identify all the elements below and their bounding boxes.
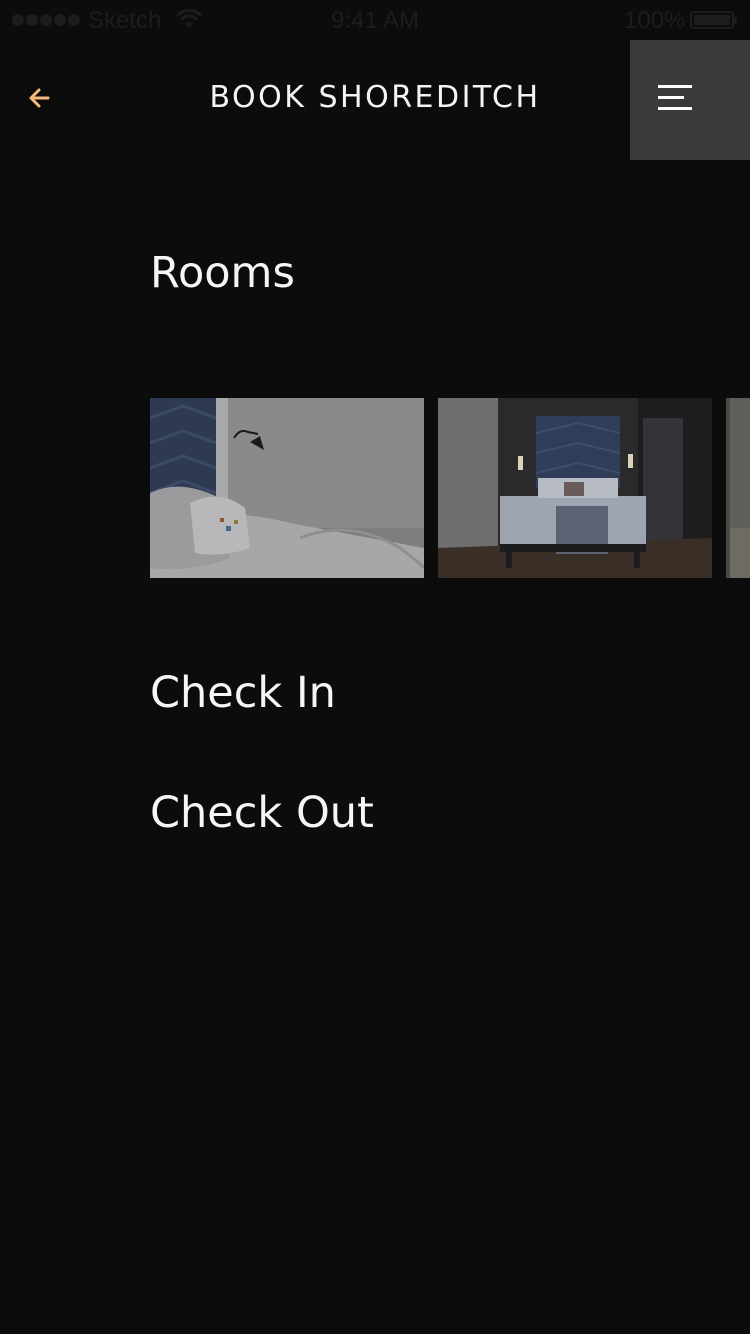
room-photo (150, 398, 424, 578)
rooms-heading: Rooms (150, 248, 295, 298)
room-photo (726, 398, 750, 578)
room-carousel[interactable] (150, 398, 750, 578)
battery-percentage: 100% (624, 7, 686, 34)
battery-icon (690, 11, 737, 29)
room-image-card[interactable] (150, 398, 424, 578)
menu-button[interactable] (630, 40, 750, 160)
check-out-button[interactable]: Check Out (150, 788, 374, 838)
status-bar: Sketch 9:41 AM 100% (0, 0, 750, 40)
booking-screen: Sketch 9:41 AM 100% BOOK SHOREDITCH Room… (0, 0, 750, 1334)
check-in-button[interactable]: Check In (150, 668, 336, 718)
room-photo (438, 398, 712, 578)
room-image-card[interactable] (726, 398, 750, 578)
hamburger-menu-icon (658, 85, 692, 110)
room-image-card[interactable] (438, 398, 712, 578)
